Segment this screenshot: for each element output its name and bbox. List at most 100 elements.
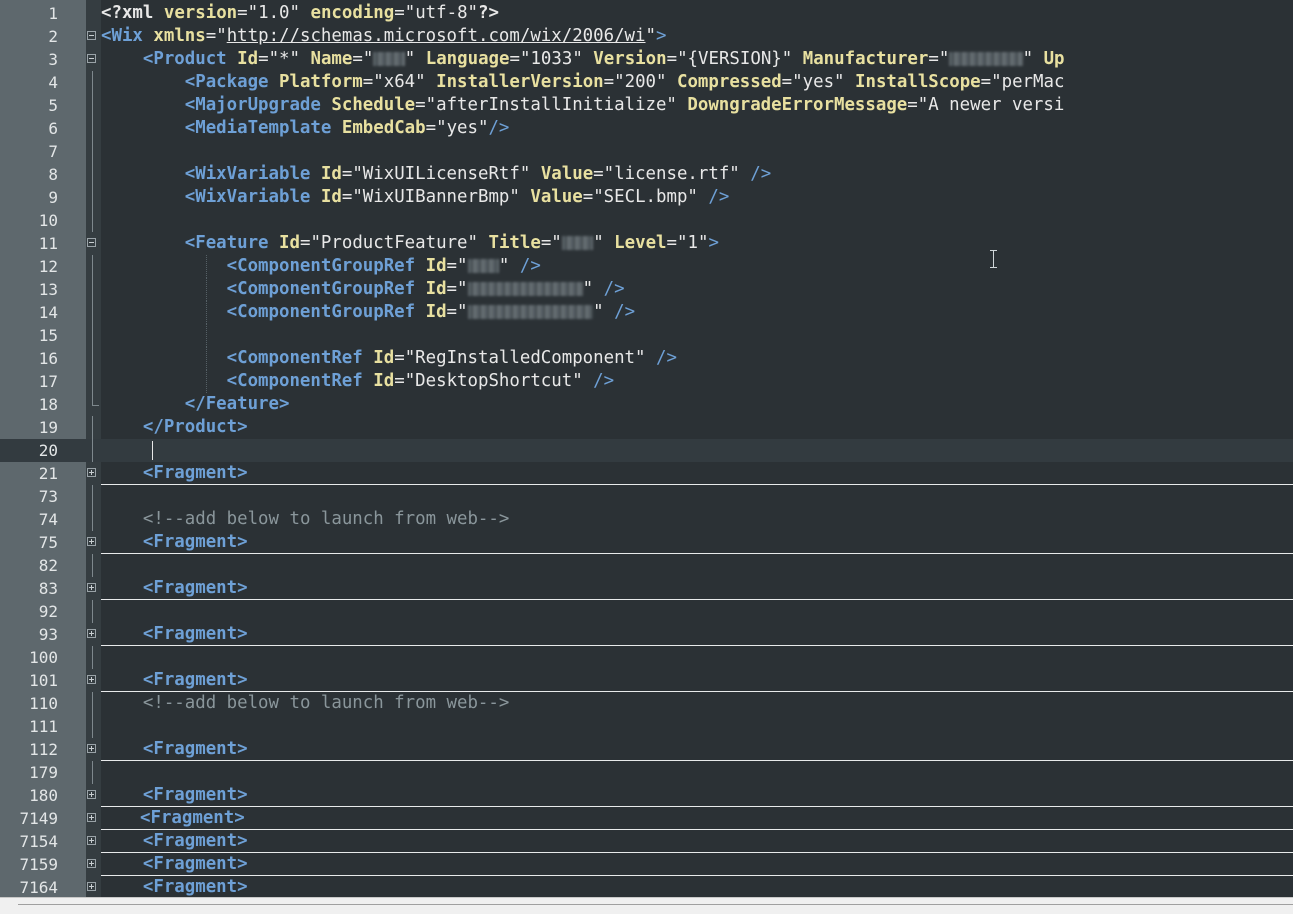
line-number: 14 [38,303,58,322]
redacted-text: XXXXXXXXXXXX [467,305,594,319]
code-line-17[interactable]: 17 <ComponentRef Id="DesktopShortcut" /> [0,370,1293,393]
fold-plus-icon[interactable] [87,537,96,546]
fold-guide [92,370,93,393]
fold-plus-icon[interactable] [87,675,96,684]
line-number: 180 [29,786,58,805]
line-number: 1 [48,4,58,23]
line-number: 11 [38,234,58,253]
code-line-16[interactable]: 16 <ComponentRef Id="RegInstalledCompone… [0,347,1293,370]
code-line-101[interactable]: 101 <Fragment> [0,669,1293,692]
code-line-100[interactable]: 100 [0,646,1293,669]
code-line-7[interactable]: 7 [0,140,1293,163]
line-code: <WixVariable Id="WixUIBannerBmp" Value="… [184,187,730,207]
code-line-18[interactable]: 18 </Feature> [0,393,1293,416]
code-line-19[interactable]: 19 </Product> [0,416,1293,439]
fold-guide [92,439,93,462]
code-line-111[interactable]: 111 [0,715,1293,738]
fold-guide [92,255,93,278]
code-line-82[interactable]: 82 [0,554,1293,577]
line-code: <Feature Id="ProductFeature" Title="XXX"… [184,233,719,253]
fold-plus-icon[interactable] [87,583,96,592]
code-line-10[interactable]: 10 [0,209,1293,232]
fold-guide [92,485,93,508]
code-line-75[interactable]: 75 <Fragment> [0,531,1293,554]
scrollbar-thumb[interactable] [18,904,1293,907]
code-line-4[interactable]: 4 <Package Platform="x64" InstallerVersi… [0,71,1293,94]
line-number: 110 [29,694,58,713]
fold-guide [92,646,93,669]
fold-plus-icon[interactable] [87,813,96,822]
code-line-92[interactable]: 92 [0,600,1293,623]
fold-minus-icon[interactable] [87,238,96,247]
fold-plus-icon[interactable] [87,882,96,891]
code-line-21[interactable]: 21 <Fragment> [0,462,1293,485]
code-line-179[interactable]: 179 [0,761,1293,784]
line-number: 100 [29,648,58,667]
code-line-7164[interactable]: 7164 <Fragment> [0,876,1293,897]
fold-guide [92,301,93,324]
code-line-20-current[interactable]: 20 [0,439,1293,462]
fold-plus-icon[interactable] [87,629,96,638]
fold-guide [92,163,93,186]
fold-guide [92,508,93,531]
code-line-9[interactable]: 9 <WixVariable Id="WixUIBannerBmp" Value… [0,186,1293,209]
code-line-112[interactable]: 112 <Fragment> [0,738,1293,761]
code-editor[interactable]: 1 <?xml version="1.0" encoding="utf-8"?>… [0,0,1293,897]
fold-plus-icon[interactable] [87,744,96,753]
code-line-1[interactable]: 1 <?xml version="1.0" encoding="utf-8"?> [0,2,1293,25]
line-number: 7159 [19,855,58,874]
code-line-12[interactable]: 12 <ComponentGroupRef Id="XXX" /> [0,255,1293,278]
line-code: <Fragment> [142,624,248,644]
line-number: 8 [48,165,58,184]
line-code: <ComponentGroupRef Id="XXXXXXXXXXXX" /> [226,302,636,322]
line-number: 17 [38,372,58,391]
line-number: 15 [38,326,58,345]
fold-guide [92,761,93,784]
line-number: 82 [38,556,58,575]
code-line-6[interactable]: 6 <MediaTemplate EmbedCab="yes"/> [0,117,1293,140]
code-lines: 1 <?xml version="1.0" encoding="utf-8"?>… [0,2,1293,897]
fold-plus-icon[interactable] [87,859,96,868]
fold-minus-icon[interactable] [87,54,96,63]
code-line-8[interactable]: 8 <WixVariable Id="WixUILicenseRtf" Valu… [0,163,1293,186]
line-number: 179 [29,763,58,782]
fold-minus-icon[interactable] [87,31,96,40]
line-number: 3 [48,50,58,69]
code-line-180[interactable]: 180 <Fragment> [0,784,1293,807]
xmlns-link: http://schemas.microsoft.com/wix/2006/wi [226,26,646,46]
redacted-text: XXX [467,259,499,273]
line-code: <Fragment> [142,854,248,874]
code-line-83[interactable]: 83 <Fragment> [0,577,1293,600]
code-line-13[interactable]: 13 <ComponentGroupRef Id="XXXXXXXXXXX" /… [0,278,1293,301]
line-code: <MediaTemplate EmbedCab="yes"/> [184,118,510,138]
fold-guide [92,278,93,301]
line-code: <ComponentGroupRef Id="XXXXXXXXXXX" /> [226,279,625,299]
code-line-93[interactable]: 93 <Fragment> [0,623,1293,646]
code-line-7149[interactable]: 7149 <Fragment> [0,807,1293,830]
line-number: 93 [38,625,58,644]
code-line-15[interactable]: 15 [0,324,1293,347]
line-code: <Fragment> [142,785,248,805]
line-number: 112 [29,740,58,759]
indent-guide [206,324,208,347]
fold-plus-icon[interactable] [87,468,96,477]
line-code: <ComponentRef Id="RegInstalledComponent"… [226,348,677,368]
line-number: 7154 [19,832,58,851]
code-line-3[interactable]: 3 <Product Id="*" Name="XXX" Language="1… [0,48,1293,71]
line-code: <Product Id="*" Name="XXX" Language="103… [142,49,1065,69]
code-line-74[interactable]: 74 <!--add below to launch from web--> [0,508,1293,531]
fold-plus-icon[interactable] [87,836,96,845]
code-line-73[interactable]: 73 [0,485,1293,508]
code-line-14[interactable]: 14 <ComponentGroupRef Id="XXXXXXXXXXXX" … [0,301,1293,324]
line-code: <!--add below to launch from web--> [142,693,510,713]
line-number: 13 [38,280,58,299]
code-line-5[interactable]: 5 <MajorUpgrade Schedule="afterInstallIn… [0,94,1293,117]
code-line-7159[interactable]: 7159 <Fragment> [0,853,1293,876]
code-line-2[interactable]: 2 <Wix xmlns="http://schemas.microsoft.c… [0,25,1293,48]
code-line-11[interactable]: 11 <Feature Id="ProductFeature" Title="X… [0,232,1293,255]
horizontal-scrollbar[interactable] [0,897,1293,914]
code-line-7154[interactable]: 7154 <Fragment> [0,830,1293,853]
fold-plus-icon[interactable] [87,790,96,799]
line-code: <Fragment> [142,831,248,851]
code-line-110[interactable]: 110 <!--add below to launch from web--> [0,692,1293,715]
